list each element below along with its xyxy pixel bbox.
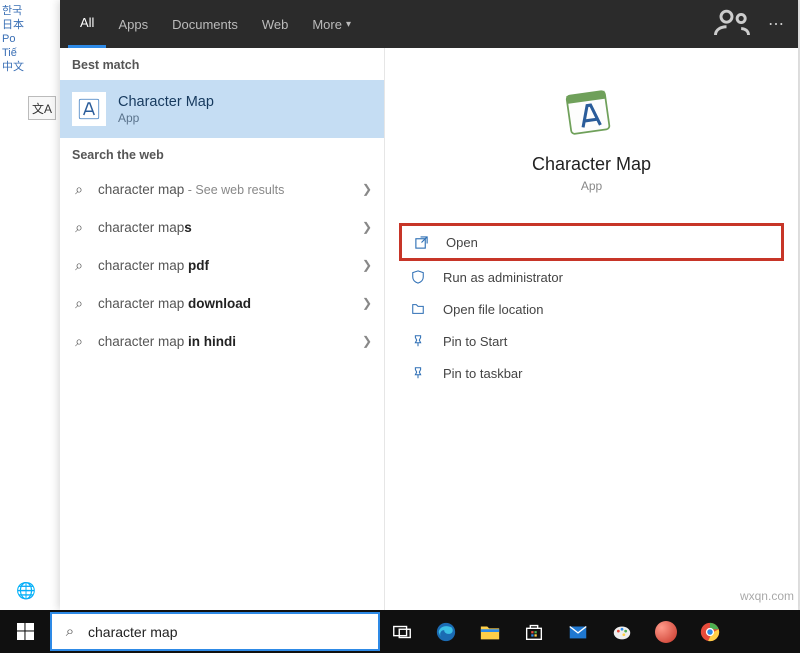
action-list: Open Run as administrator Open file loca…	[399, 223, 784, 389]
pin-icon	[411, 366, 433, 380]
web-result[interactable]: ⌕ character map pdf ❯	[60, 246, 384, 284]
tab-documents[interactable]: Documents	[160, 0, 250, 48]
chevron-right-icon: ❯	[362, 296, 372, 310]
search-icon: ⌕	[68, 219, 90, 236]
flyout-header: All Apps Documents Web More▾ ⋯	[60, 0, 798, 48]
best-match-subtitle: App	[118, 111, 214, 125]
task-view-icon[interactable]	[380, 610, 424, 653]
search-icon: ⌕	[52, 623, 88, 640]
edge-icon[interactable]	[424, 610, 468, 653]
action-label: Pin to Start	[443, 334, 507, 349]
tab-apps[interactable]: Apps	[106, 0, 160, 48]
chevron-right-icon: ❯	[362, 220, 372, 234]
chevron-down-icon: ▾	[346, 19, 351, 30]
detail-title: Character Map	[532, 154, 651, 175]
app-icon-red[interactable]	[644, 610, 688, 653]
chrome-icon[interactable]	[688, 610, 732, 653]
store-icon[interactable]	[512, 610, 556, 653]
search-flyout: All Apps Documents Web More▾ ⋯ Best matc…	[60, 0, 798, 610]
explorer-icon[interactable]	[468, 610, 512, 653]
search-input[interactable]	[88, 614, 378, 649]
web-result[interactable]: ⌕ character maps ❯	[60, 208, 384, 246]
search-web-label: Search the web	[60, 138, 384, 170]
action-run-admin[interactable]: Run as administrator	[399, 261, 784, 293]
start-button[interactable]	[0, 610, 50, 653]
web-result[interactable]: ⌕ character map download ❯	[60, 284, 384, 322]
taskbar: ⌕	[0, 610, 800, 653]
best-match-label: Best match	[60, 48, 384, 80]
chevron-right-icon: ❯	[362, 258, 372, 272]
tab-web[interactable]: Web	[250, 0, 301, 48]
pin-icon	[411, 334, 433, 348]
action-label: Open	[446, 235, 478, 250]
results-panel: Best match Character Map App Search the …	[60, 48, 385, 610]
mail-icon[interactable]	[556, 610, 600, 653]
translate-icon: 文A	[28, 96, 56, 120]
action-label: Run as administrator	[443, 270, 563, 285]
chevron-right-icon: ❯	[362, 334, 372, 348]
action-pin-taskbar[interactable]: Pin to taskbar	[399, 357, 784, 389]
globe-icon: 🌐	[16, 581, 38, 603]
action-file-location[interactable]: Open file location	[399, 293, 784, 325]
paint-icon[interactable]	[600, 610, 644, 653]
best-match-item[interactable]: Character Map App	[60, 80, 384, 138]
charmap-icon	[72, 92, 106, 126]
action-label: Open file location	[443, 302, 543, 317]
search-icon: ⌕	[68, 181, 90, 198]
feedback-icon[interactable]	[710, 0, 754, 48]
charmap-large-icon	[564, 84, 620, 140]
more-options-icon[interactable]: ⋯	[754, 0, 798, 48]
action-open[interactable]: Open	[399, 223, 784, 261]
search-icon: ⌕	[68, 295, 90, 312]
web-result[interactable]: ⌕ character map in hindi ❯	[60, 322, 384, 360]
folder-icon	[411, 302, 433, 316]
detail-subtitle: App	[581, 179, 602, 193]
open-icon	[414, 235, 436, 250]
action-label: Pin to taskbar	[443, 366, 523, 381]
search-icon: ⌕	[68, 257, 90, 274]
taskbar-search[interactable]: ⌕	[50, 612, 380, 651]
best-match-title: Character Map	[118, 94, 214, 110]
web-result[interactable]: ⌕ character map - See web results ❯	[60, 170, 384, 208]
detail-panel: Character Map App Open Run as administra…	[385, 48, 798, 610]
shield-icon	[411, 270, 433, 284]
tab-more[interactable]: More▾	[300, 0, 363, 48]
search-icon: ⌕	[68, 333, 90, 350]
watermark: wxqn.com	[740, 589, 794, 603]
chevron-right-icon: ❯	[362, 182, 372, 196]
background-text: 한국 日本 Po Tiế 中文	[0, 0, 60, 610]
action-pin-start[interactable]: Pin to Start	[399, 325, 784, 357]
tab-all[interactable]: All	[68, 0, 106, 48]
